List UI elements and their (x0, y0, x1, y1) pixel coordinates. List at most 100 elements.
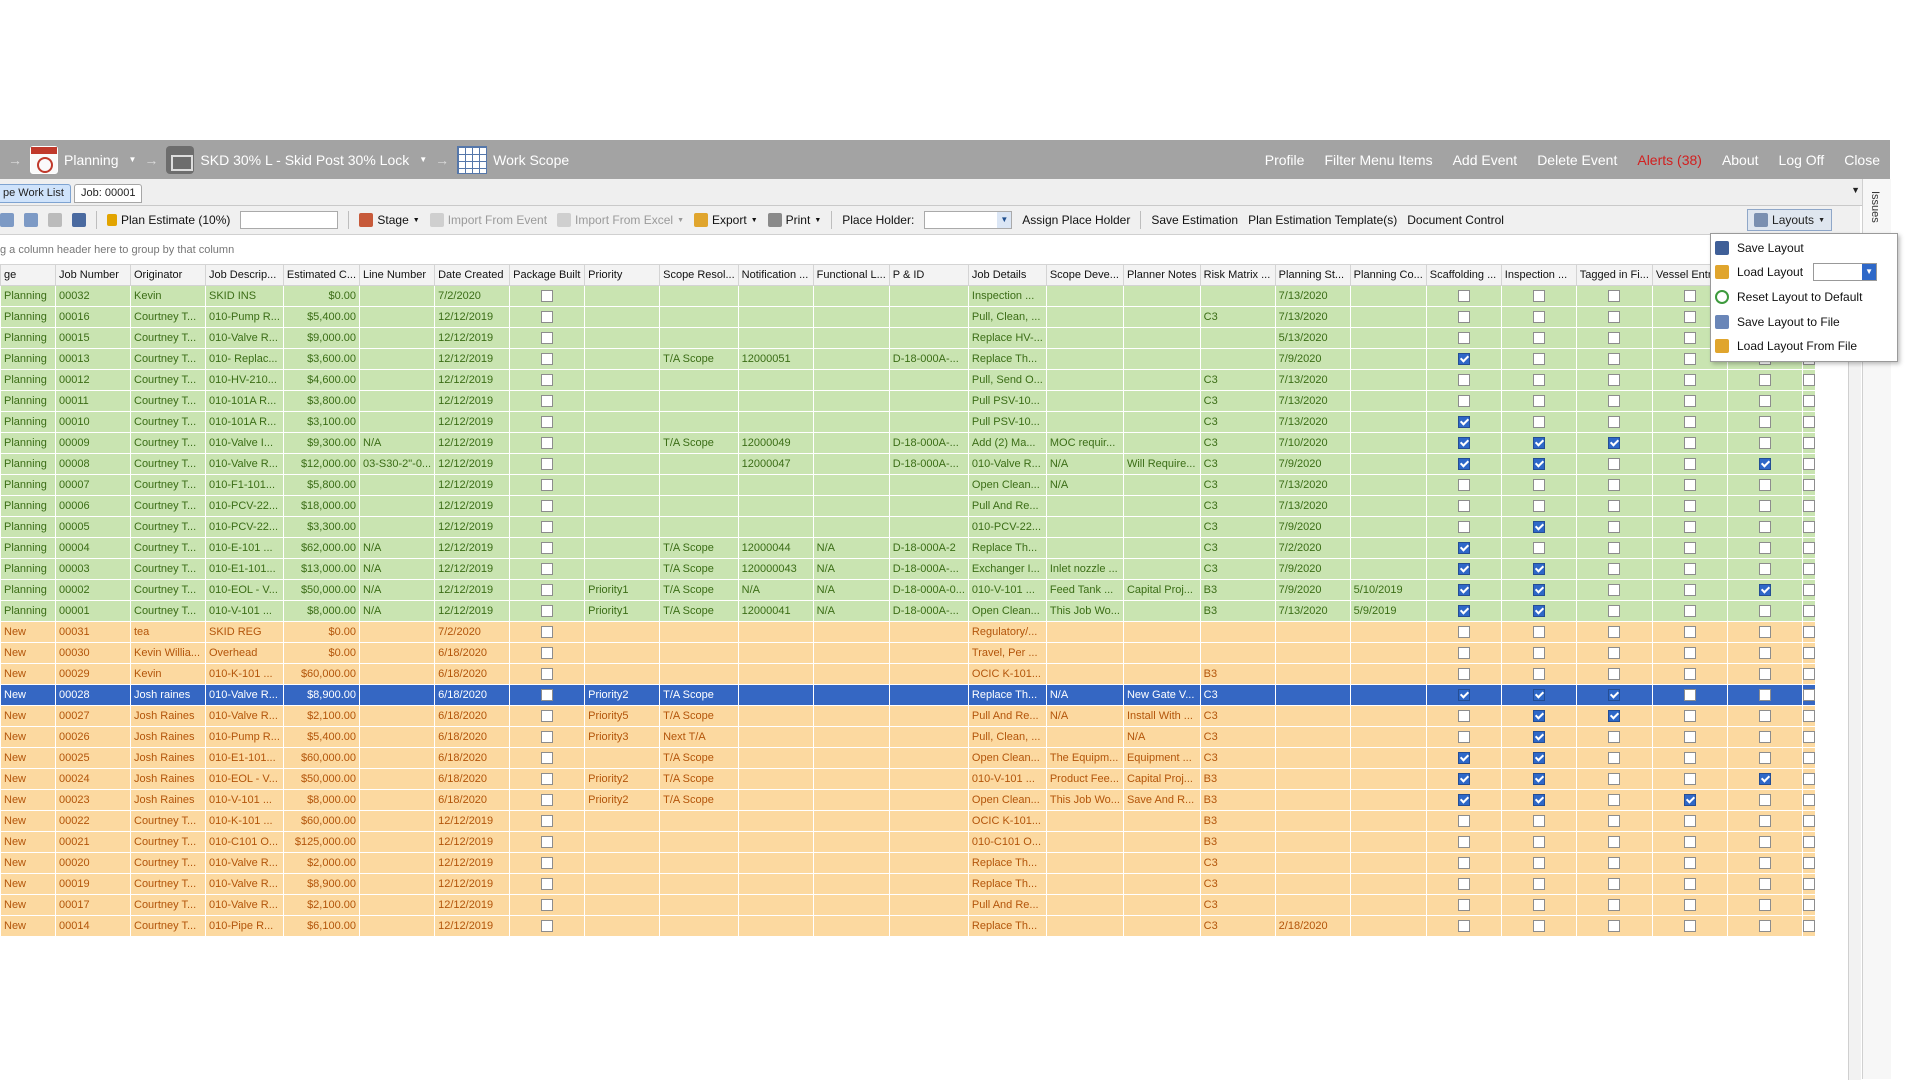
priority-cell[interactable]: Priority1 (584, 579, 661, 601)
job-cell[interactable]: 00028 (55, 684, 131, 706)
orig-cell[interactable]: Josh Raines (130, 726, 206, 748)
package-built-cell[interactable] (509, 327, 586, 349)
details-cell[interactable]: Add (2) Ma... (967, 432, 1047, 454)
notif-cell[interactable]: 12000044 (737, 537, 814, 559)
job-cell[interactable]: 00029 (55, 663, 131, 685)
notif-cell[interactable]: N/A (737, 579, 814, 601)
column-header[interactable]: Line Number (358, 264, 436, 286)
cost-cell[interactable]: $18,000.00 (282, 495, 361, 517)
pstart-cell[interactable] (1274, 726, 1351, 748)
risk-cell[interactable]: C3 (1199, 726, 1276, 748)
notif-cell[interactable] (737, 768, 814, 790)
checkbox-cell[interactable] (1651, 894, 1728, 916)
func-cell[interactable] (812, 831, 890, 853)
checkbox[interactable] (1457, 332, 1470, 345)
scopedev-cell[interactable]: The Equipm... (1045, 747, 1124, 769)
scopedev-cell[interactable] (1045, 894, 1124, 916)
priority-cell[interactable] (584, 621, 661, 643)
line-cell[interactable] (358, 684, 436, 706)
checkbox-cell[interactable] (1801, 747, 1816, 769)
checkbox[interactable] (1803, 689, 1815, 702)
checkbox[interactable] (1532, 836, 1545, 849)
line-cell[interactable] (358, 705, 436, 727)
checkbox[interactable] (1758, 752, 1771, 765)
func-cell[interactable]: N/A (812, 579, 890, 601)
details-cell[interactable]: Replace Th... (967, 348, 1047, 370)
checkbox[interactable] (541, 500, 554, 513)
checkbox-cell[interactable] (1425, 516, 1502, 538)
func-cell[interactable] (812, 915, 890, 937)
checkbox-cell[interactable] (1575, 453, 1653, 475)
cost-cell[interactable]: $125,000.00 (282, 831, 361, 853)
desc-cell[interactable]: 010-Valve R... (205, 705, 284, 727)
desc-cell[interactable]: Overhead (205, 642, 284, 664)
column-header[interactable]: Job Details (967, 264, 1047, 286)
job-cell[interactable]: 00016 (55, 306, 131, 328)
job-cell[interactable]: 00009 (55, 432, 131, 454)
checkbox[interactable] (1683, 731, 1696, 744)
scope-cell[interactable] (659, 411, 739, 433)
checkbox[interactable] (1683, 668, 1696, 681)
column-header[interactable]: Planner Notes (1122, 264, 1201, 286)
column-header[interactable]: Tagged in Fi... (1575, 264, 1653, 286)
pcomp-cell[interactable] (1349, 663, 1427, 685)
checkbox[interactable] (541, 878, 554, 891)
details-cell[interactable]: Exchanger I... (967, 558, 1047, 580)
import-from-event-button[interactable]: Import From Event (429, 213, 547, 227)
checkbox[interactable] (1758, 458, 1771, 471)
risk-cell[interactable]: C3 (1199, 684, 1276, 706)
checkbox-cell[interactable] (1801, 768, 1816, 790)
notes-cell[interactable] (1122, 306, 1201, 328)
scopedev-cell[interactable]: Product Fee... (1045, 768, 1124, 790)
date-cell[interactable]: 6/18/2020 (434, 642, 511, 664)
cost-cell[interactable]: $3,100.00 (282, 411, 361, 433)
checkbox-cell[interactable] (1801, 411, 1816, 433)
checkbox[interactable] (1758, 563, 1771, 576)
checkbox[interactable] (1683, 290, 1696, 303)
orig-cell[interactable]: Kevin (130, 285, 206, 307)
checkbox[interactable] (1532, 542, 1545, 555)
cost-cell[interactable]: $62,000.00 (282, 537, 361, 559)
checkbox-cell[interactable] (1425, 558, 1502, 580)
notif-cell[interactable] (737, 327, 814, 349)
checkbox[interactable] (1608, 689, 1621, 702)
notif-cell[interactable] (737, 705, 814, 727)
notes-cell[interactable]: Save And R... (1122, 789, 1201, 811)
line-cell[interactable] (358, 474, 436, 496)
document-control-button[interactable]: Document Control (1407, 213, 1504, 227)
checkbox[interactable] (1683, 710, 1696, 723)
details-cell[interactable]: Open Clean... (967, 600, 1047, 622)
checkbox-cell[interactable] (1425, 873, 1502, 895)
package-built-cell[interactable] (509, 453, 586, 475)
load-layout-select[interactable]: ▼ (1813, 263, 1878, 281)
checkbox-cell[interactable] (1425, 495, 1502, 517)
pcomp-cell[interactable] (1349, 789, 1427, 811)
priority-cell[interactable] (584, 894, 661, 916)
notes-cell[interactable] (1122, 915, 1201, 937)
func-cell[interactable] (812, 369, 890, 391)
checkbox[interactable] (541, 458, 554, 471)
checkbox-cell[interactable] (1801, 831, 1816, 853)
close-link[interactable]: Close (1844, 152, 1880, 168)
checkbox-cell[interactable] (1425, 789, 1502, 811)
pstart-cell[interactable]: 7/13/2020 (1274, 600, 1351, 622)
checkbox[interactable] (1532, 794, 1545, 807)
checkbox[interactable] (1683, 920, 1696, 933)
line-cell[interactable]: N/A (358, 579, 436, 601)
checkbox-cell[interactable] (1500, 810, 1577, 832)
stage-cell[interactable]: New (0, 768, 56, 790)
details-cell[interactable]: Pull PSV-10... (967, 411, 1047, 433)
pstart-cell[interactable]: 7/9/2020 (1274, 516, 1351, 538)
checkbox-cell[interactable] (1425, 411, 1502, 433)
line-cell[interactable] (358, 390, 436, 412)
risk-cell[interactable]: C3 (1199, 369, 1276, 391)
notif-cell[interactable] (737, 789, 814, 811)
pstart-cell[interactable]: 7/2/2020 (1274, 537, 1351, 559)
scope-cell[interactable]: T/A Scope (659, 348, 739, 370)
checkbox-cell[interactable] (1575, 894, 1653, 916)
date-cell[interactable]: 6/18/2020 (434, 684, 511, 706)
details-cell[interactable]: 010-C101 O... (967, 831, 1047, 853)
func-cell[interactable]: N/A (812, 600, 890, 622)
func-cell[interactable] (812, 789, 890, 811)
job-cell[interactable]: 00006 (55, 495, 131, 517)
